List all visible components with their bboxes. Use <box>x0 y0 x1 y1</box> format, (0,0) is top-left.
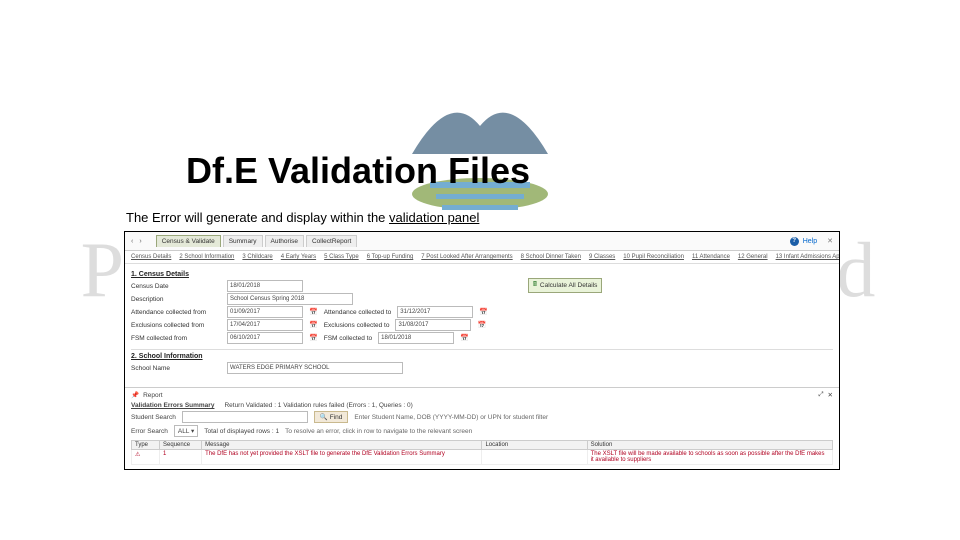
student-search-label: Student Search <box>131 414 176 421</box>
att-from-field[interactable]: 01/09/2017 <box>227 306 303 318</box>
validation-stats: Return Validated : 1 Validation rules fa… <box>224 402 412 409</box>
errors-table: Type Sequence Message Location Solution … <box>131 440 833 465</box>
error-search-label: Error Search <box>131 428 168 435</box>
calendar-icon[interactable]: 📅 <box>309 308 318 316</box>
cell-seq: 1 <box>160 450 202 465</box>
calculate-all-button[interactable]: 🖩Calculate All Details <box>528 278 602 293</box>
sub-tab[interactable]: 8 School Dinner Taken <box>521 254 581 260</box>
description-label: Description <box>131 296 221 303</box>
student-search-input[interactable] <box>182 411 308 423</box>
report-label: Report <box>143 392 163 399</box>
tab-validate[interactable]: Census & Validate <box>156 235 221 247</box>
cell-msg: The DfE has not yet provided the XSLT fi… <box>202 450 482 465</box>
calendar-icon[interactable]: 📅 <box>309 321 318 329</box>
sub-tab[interactable]: 13 Infant Admissions Appeals <box>776 254 839 260</box>
sub-tab[interactable]: 12 General <box>738 254 768 260</box>
toolbar: ‹ › Census & Validate Summary Authorise … <box>125 232 839 251</box>
cell-sol: The XSLT file will be made available to … <box>587 450 832 465</box>
tab-summary[interactable]: Summary <box>223 235 263 247</box>
resolve-hint: To resolve an error, click in row to nav… <box>285 428 472 435</box>
sub-tab[interactable]: 4 Early Years <box>281 254 316 260</box>
sub-tab[interactable]: 5 Class Type <box>324 254 359 260</box>
find-label: Find <box>330 414 343 421</box>
displayed-rows: Total of displayed rows : 1 <box>204 428 279 435</box>
close-icon[interactable]: ✕ <box>828 391 833 399</box>
school-name-label: School Name <box>131 365 221 372</box>
report-header: 📌 Report ⤢ ✕ <box>125 387 839 402</box>
page-subtitle: The Error will generate and display with… <box>126 210 960 225</box>
nav-forward-icon[interactable]: › <box>139 238 141 245</box>
exc-from-label: Exclusions collected from <box>131 322 221 329</box>
census-date-label: Census Date <box>131 283 221 290</box>
cell-loc <box>482 450 587 465</box>
exc-to-field[interactable]: 31/08/2017 <box>395 319 471 331</box>
sub-tab[interactable]: 9 Classes <box>589 254 615 260</box>
col-sol: Solution <box>587 441 832 450</box>
col-seq: Sequence <box>160 441 202 450</box>
sub-tab[interactable]: 11 Attendance <box>692 254 730 260</box>
panel-census-details: 1. Census Details Census Date18/01/2018 … <box>125 264 839 381</box>
fsm-to-field[interactable]: 18/01/2018 <box>378 332 454 344</box>
panel1-heading: 1. Census Details <box>131 271 488 278</box>
att-from-label: Attendance collected from <box>131 309 221 316</box>
exc-from-field[interactable]: 17/04/2017 <box>227 319 303 331</box>
calendar-icon[interactable]: 📅 <box>309 334 318 342</box>
calculate-all-label: Calculate All Details <box>540 282 597 289</box>
sub-tab[interactable]: 10 Pupil Reconciliation <box>623 254 684 260</box>
validation-summary: Validation Errors Summary Return Validat… <box>125 402 839 469</box>
page-title: Df.E Validation Files <box>186 150 960 192</box>
expand-icon[interactable]: ⤢ <box>818 391 823 399</box>
fsm-from-field[interactable]: 06/10/2017 <box>227 332 303 344</box>
calendar-icon[interactable]: 📅 <box>477 321 486 329</box>
col-type: Type <box>132 441 160 450</box>
nav-back-icon[interactable]: ‹ <box>131 238 133 245</box>
census-date-field[interactable]: 18/01/2018 <box>227 280 303 292</box>
table-row[interactable]: ⚠ 1 The DfE has not yet provided the XSL… <box>132 450 833 465</box>
fsm-to-label: FSM collected to <box>324 335 372 342</box>
description-field[interactable]: School Census Spring 2018 <box>227 293 353 305</box>
fsm-from-label: FSM collected from <box>131 335 221 342</box>
nav-arrows: ‹ › <box>131 238 142 245</box>
validation-heading: Validation Errors Summary <box>131 402 214 409</box>
table-header-row: Type Sequence Message Location Solution <box>132 441 833 450</box>
cell-type: ⚠ <box>132 450 160 465</box>
exc-to-label: Exclusions collected to <box>324 322 390 329</box>
sub-tab[interactable]: 2 School Information <box>179 254 234 260</box>
help-icon[interactable]: ? <box>790 237 799 246</box>
sub-tab[interactable]: 7 Post Looked After Arrangements <box>421 254 512 260</box>
search-hint: Enter Student Name, DOB (YYYY-MM-DD) or … <box>354 414 548 421</box>
sub-tab[interactable]: 3 Childcare <box>242 254 272 260</box>
find-button[interactable]: 🔍 Find <box>314 411 349 423</box>
school-name-field[interactable]: WATERS EDGE PRIMARY SCHOOL <box>227 362 403 374</box>
calendar-icon[interactable]: 📅 <box>479 308 488 316</box>
sub-tab[interactable]: Census Details <box>131 254 171 260</box>
calculator-icon: 🖩 <box>533 280 537 291</box>
close-icon[interactable]: ✕ <box>827 237 833 245</box>
help-label[interactable]: Help <box>803 238 817 245</box>
pin-icon: 📌 <box>131 391 139 399</box>
col-loc: Location <box>482 441 587 450</box>
subtitle-lead: The Error will generate and display with… <box>126 210 389 225</box>
tab-authorise[interactable]: Authorise <box>265 235 304 247</box>
tab-collect-report[interactable]: CollectReport <box>306 235 357 247</box>
sub-tabs: Census Details 2 School Information 3 Ch… <box>125 251 839 264</box>
app-screenshot: ‹ › Census & Validate Summary Authorise … <box>124 231 840 470</box>
calendar-icon[interactable]: 📅 <box>460 334 469 342</box>
att-to-label: Attendance collected to <box>324 309 392 316</box>
error-filter-dropdown[interactable]: ALL ▾ <box>174 425 198 437</box>
subtitle-underlined: validation panel <box>389 210 479 225</box>
panel2-heading: 2. School Information <box>131 353 833 360</box>
col-msg: Message <box>202 441 482 450</box>
top-tabs: Census & Validate Summary Authorise Coll… <box>156 235 358 247</box>
search-icon: 🔍 <box>320 414 328 421</box>
sub-tab[interactable]: 6 Top-up Funding <box>367 254 414 260</box>
att-to-field[interactable]: 31/12/2017 <box>397 306 473 318</box>
